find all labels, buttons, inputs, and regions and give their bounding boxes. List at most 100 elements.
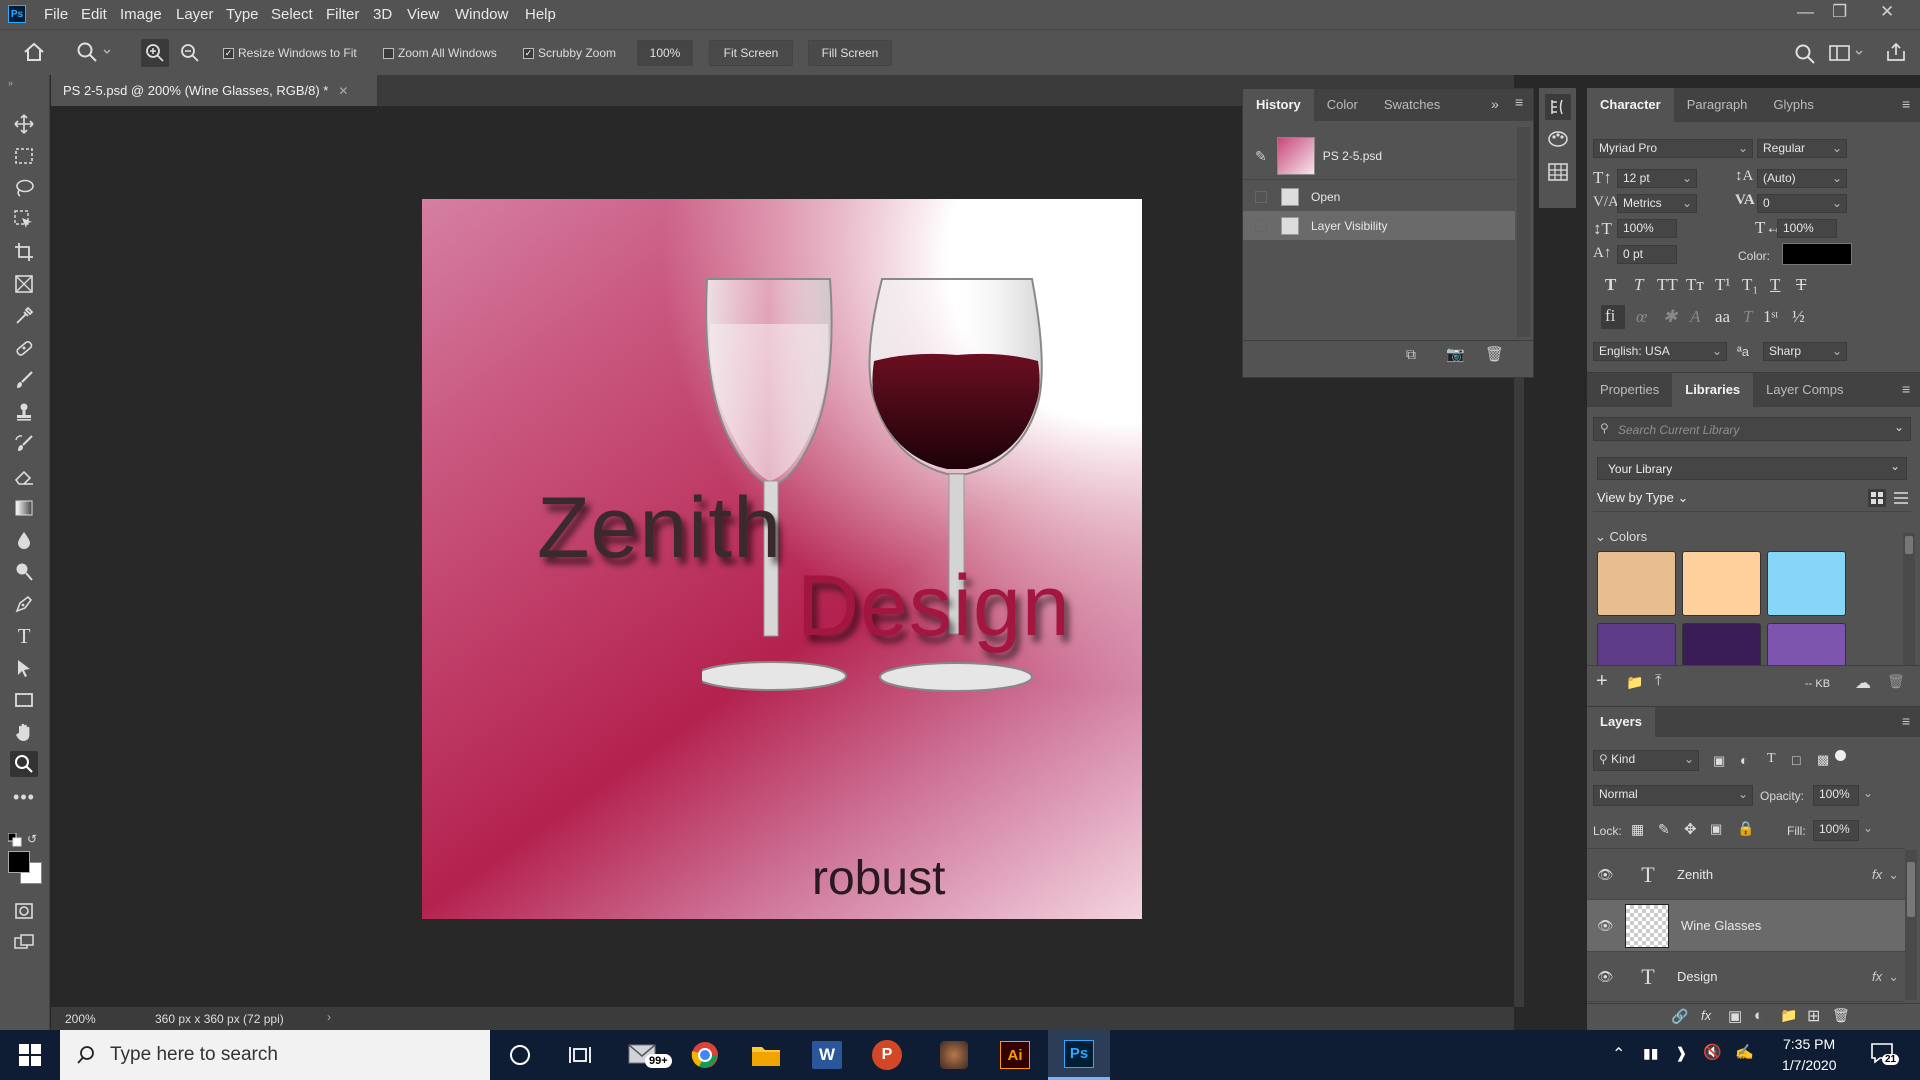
gradient-tool-icon[interactable] xyxy=(10,495,38,521)
link-layers-icon[interactable]: 🔗 xyxy=(1671,1008,1688,1025)
type-tool-icon[interactable]: T xyxy=(10,623,38,649)
visibility-eye-icon[interactable]: 👁 xyxy=(1597,867,1625,883)
taskbar-search-box[interactable]: Type here to search xyxy=(60,1030,490,1080)
menu-select[interactable]: Select xyxy=(271,6,313,23)
cortana-icon[interactable] xyxy=(490,1030,550,1080)
faux-italic-icon[interactable]: T xyxy=(1634,275,1643,295)
add-mask-icon[interactable]: ▣ xyxy=(1728,1007,1742,1025)
menu-file[interactable]: File xyxy=(44,6,68,23)
crop-tool-icon[interactable] xyxy=(10,239,38,265)
home-icon[interactable] xyxy=(23,42,45,62)
history-source-box[interactable] xyxy=(1255,219,1267,232)
minimize-icon[interactable]: — xyxy=(1797,2,1814,22)
lasso-tool-icon[interactable] xyxy=(10,175,38,201)
powerpoint-icon[interactable]: P xyxy=(857,1030,917,1080)
tab-history[interactable]: History xyxy=(1243,89,1314,121)
underline-icon[interactable]: T xyxy=(1770,275,1780,295)
tab-layer-comps[interactable]: Layer Comps xyxy=(1753,373,1856,407)
history-source-box[interactable] xyxy=(1255,190,1267,203)
history-step-open[interactable]: Open xyxy=(1243,182,1515,211)
lock-transparent-icon[interactable]: ▦ xyxy=(1631,821,1644,838)
new-layer-icon[interactable]: ⊞ xyxy=(1807,1006,1820,1026)
panel-menu-icon[interactable]: ≡ xyxy=(1902,381,1910,397)
restore-icon[interactable]: ❐ xyxy=(1832,2,1847,22)
subscript-icon[interactable]: T₁ xyxy=(1742,275,1758,295)
stylistic-alternates-icon[interactable]: A xyxy=(1690,307,1700,327)
history-scrollbar[interactable] xyxy=(1517,127,1531,337)
history-snapshot[interactable]: ✎ PS 2-5.psd xyxy=(1243,136,1515,176)
chevron-down-icon[interactable]: ⌄ xyxy=(1894,420,1904,434)
swatches-panel-icon[interactable] xyxy=(1548,163,1568,181)
dodge-tool-icon[interactable] xyxy=(10,559,38,585)
layer-wine-glasses[interactable]: 👁 Wine Glasses xyxy=(1587,900,1905,952)
mail-app-icon[interactable]: 99+ xyxy=(615,1030,675,1080)
tab-layers[interactable]: Layers xyxy=(1587,707,1655,737)
lock-image-icon[interactable]: ✎ xyxy=(1658,821,1670,838)
illustrator-icon[interactable]: Ai xyxy=(985,1030,1045,1080)
clock-date[interactable]: 1/7/2020 xyxy=(1782,1057,1837,1073)
zoom-tool-icon[interactable] xyxy=(10,751,38,777)
tab-paragraph[interactable]: Paragraph xyxy=(1674,88,1761,122)
layers-scrollbar[interactable] xyxy=(1905,850,1917,1000)
ordinals-1st-icon[interactable]: 1ˢᵗ xyxy=(1763,307,1778,327)
blur-tool-icon[interactable] xyxy=(10,527,38,553)
filter-pixel-icon[interactable]: ▣ xyxy=(1713,753,1725,769)
snapshot-camera-icon[interactable]: 📷 xyxy=(1446,345,1465,363)
new-group-icon[interactable]: 📁 xyxy=(1780,1007,1797,1024)
history-panel-icon[interactable] xyxy=(1545,94,1571,120)
fill-screen-button[interactable]: Fill Screen xyxy=(808,40,892,66)
status-arrow-icon[interactable]: › xyxy=(327,1010,331,1024)
clock-time[interactable]: 7:35 PM xyxy=(1783,1036,1835,1052)
grid-view-icon[interactable] xyxy=(1868,489,1886,507)
leading-field[interactable]: (Auto) ⌄ xyxy=(1757,169,1847,188)
eraser-tool-icon[interactable] xyxy=(10,463,38,489)
zoom-level[interactable]: 200% xyxy=(65,1012,96,1026)
menu-layer[interactable]: Layer xyxy=(176,6,214,23)
brush-tool-icon[interactable] xyxy=(10,367,38,393)
chrome-icon[interactable] xyxy=(675,1030,735,1080)
move-tool-icon[interactable] xyxy=(10,111,38,137)
share-icon[interactable] xyxy=(1886,42,1906,62)
fill-field[interactable]: 100% xyxy=(1813,820,1859,841)
text-color-swatch[interactable] xyxy=(1782,243,1852,265)
panel-menu-icon[interactable]: ≡ xyxy=(1902,713,1910,729)
anti-alias-select[interactable]: Sharp ⌄ xyxy=(1763,342,1847,361)
default-colors-icon[interactable] xyxy=(8,833,22,847)
trash-icon[interactable]: 🗑 xyxy=(1887,673,1905,690)
layer-zenith[interactable]: 👁 T Zenith fx ⌄ xyxy=(1587,850,1905,900)
folder-icon[interactable]: 📁 xyxy=(1626,674,1643,691)
add-content-icon[interactable]: + xyxy=(1596,670,1608,693)
scroll-thumb[interactable] xyxy=(1907,862,1915,917)
tracking-field[interactable]: 0 ⌄ xyxy=(1757,194,1847,213)
library-select[interactable]: Your Library ⌄ xyxy=(1597,457,1907,480)
search-icon[interactable] xyxy=(1794,43,1816,65)
small-caps-icon[interactable]: Tт xyxy=(1686,275,1704,295)
horizontal-scale-field[interactable]: 100% xyxy=(1777,219,1837,238)
document-tab[interactable]: PS 2-5.psd @ 200% (Wine Glasses, RGB/8) … xyxy=(51,75,378,106)
layer-filter-select[interactable]: ⚲ Kind ⌄ xyxy=(1593,750,1699,771)
tab-properties[interactable]: Properties xyxy=(1587,373,1672,407)
library-color-swatch[interactable] xyxy=(1597,551,1676,616)
menu-3d[interactable]: 3D xyxy=(373,6,392,23)
library-color-swatch[interactable] xyxy=(1767,623,1846,665)
object-selection-tool-icon[interactable] xyxy=(10,207,38,233)
blend-mode-select[interactable]: Normal ⌄ xyxy=(1593,785,1753,806)
strikethrough-icon[interactable]: T xyxy=(1796,275,1806,295)
clone-stamp-tool-icon[interactable] xyxy=(10,399,38,425)
chevron-down-icon[interactable]: ⌄ xyxy=(1888,867,1899,883)
fractions-icon[interactable]: ½ xyxy=(1792,307,1805,327)
library-color-swatch[interactable] xyxy=(1682,623,1761,665)
menu-image[interactable]: Image xyxy=(120,6,162,23)
opacity-field[interactable]: 100% xyxy=(1813,785,1859,806)
swap-colors-icon[interactable]: ↺ xyxy=(27,832,37,846)
expand-panel-icon[interactable]: » xyxy=(1491,96,1499,112)
view-by-type-select[interactable]: View by Type ⌄ xyxy=(1597,490,1688,506)
history-brush-tool-icon[interactable] xyxy=(10,431,38,457)
chevron-down-icon[interactable]: ⌄ xyxy=(1863,821,1873,835)
close-icon[interactable]: ✕ xyxy=(1880,2,1894,22)
rectangle-tool-icon[interactable] xyxy=(10,687,38,713)
panel-menu-icon[interactable]: ≡ xyxy=(1515,94,1523,110)
battery-icon[interactable]: ▮▮ xyxy=(1643,1045,1658,1062)
collapse-arrows-icon[interactable]: » xyxy=(8,78,13,88)
task-view-icon[interactable] xyxy=(550,1030,610,1080)
